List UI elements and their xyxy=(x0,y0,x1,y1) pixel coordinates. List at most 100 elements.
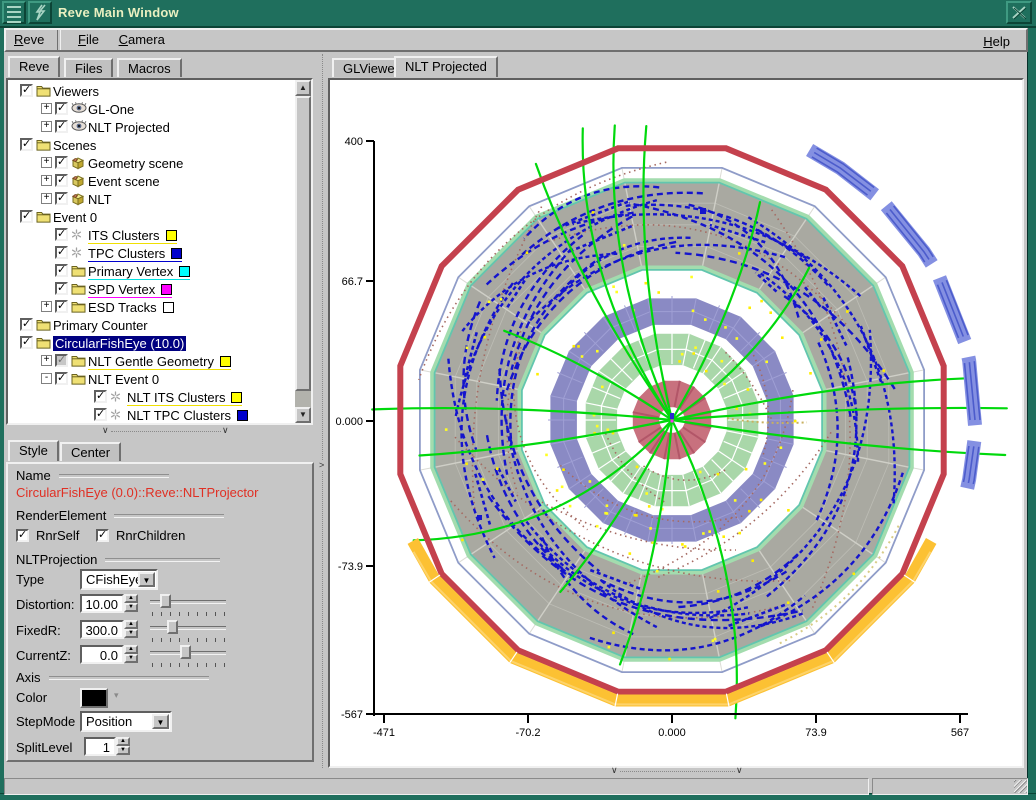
tree-item-nlt-projected[interactable]: +✓ NLT Projected xyxy=(8,119,293,137)
tree-item-scenes[interactable]: ✓Scenes xyxy=(8,137,293,155)
resize-grip[interactable] xyxy=(1014,780,1027,793)
tree-item-nlt-event-0[interactable]: -✓NLT Event 0 xyxy=(8,371,293,389)
menu-help[interactable]: Help xyxy=(975,32,1018,51)
color-square xyxy=(163,302,174,313)
combo-arrow-icon[interactable]: ▼ xyxy=(138,572,155,587)
tree-item-label: CircularFishEye (10.0) xyxy=(53,336,186,351)
tree-item-primary-counter[interactable]: ✓Primary Counter xyxy=(8,317,293,335)
tree-item-event-scene[interactable]: +✓Event scene xyxy=(8,173,293,191)
svg-text:66.7: 66.7 xyxy=(342,276,363,288)
scroll-thumb[interactable] xyxy=(295,96,311,391)
splitlevel-field[interactable]: 1 xyxy=(84,737,116,756)
expander-plus-icon[interactable]: + xyxy=(41,355,52,366)
expander-plus-icon[interactable]: + xyxy=(41,157,52,168)
tree-item-geometry-scene[interactable]: +✓Geometry scene xyxy=(8,155,293,173)
expander-plus-icon[interactable]: + xyxy=(41,193,52,204)
tree-checkbox[interactable]: ✓ xyxy=(55,354,68,367)
rnrself-checkbox[interactable]: ✓ xyxy=(16,529,29,542)
expander-plus-icon[interactable]: + xyxy=(41,301,52,312)
viewer-bottom-splitter[interactable]: ∨ ∨ xyxy=(330,768,1022,776)
tree-item-event-0[interactable]: ✓Event 0 xyxy=(8,209,293,227)
tree-item-spd-vertex[interactable]: ✓ SPD Vertex xyxy=(8,281,293,299)
tree-vertical-scrollbar[interactable]: ▲ ▼ xyxy=(295,80,311,423)
color-dropdown-arrow-icon[interactable]: ▾ xyxy=(114,690,119,701)
menu-file[interactable]: File xyxy=(70,30,107,49)
type-label: Type xyxy=(16,572,44,587)
tab-center[interactable]: Center xyxy=(60,442,121,461)
rnrchildren-checkbox[interactable]: ✓ xyxy=(96,529,109,542)
panel-vertical-splitter[interactable]: > xyxy=(318,54,327,768)
tab-reve[interactable]: Reve xyxy=(8,56,60,77)
tree-item-gl-one[interactable]: +✓GL-One xyxy=(8,101,293,119)
tree-item-nlt-tpc-clusters[interactable]: ✓ NLT TPC Clusters xyxy=(8,407,293,423)
tree-checkbox[interactable]: ✓ xyxy=(55,174,68,187)
distortion-field[interactable]: 10.00 xyxy=(80,594,124,613)
menu-camera[interactable]: Camera xyxy=(111,30,173,49)
tree-checkbox[interactable]: ✓ xyxy=(55,120,68,133)
tab-macros[interactable]: Macros xyxy=(117,58,182,77)
scroll-up-arrow[interactable]: ▲ xyxy=(295,80,311,96)
sparkle-icon xyxy=(110,390,121,405)
tree-checkbox[interactable]: ✓ xyxy=(20,336,33,349)
slider-thumb[interactable] xyxy=(180,645,191,659)
eye-icon xyxy=(71,120,87,135)
spin-up-icon: ▲ xyxy=(116,737,130,746)
tree-checkbox[interactable]: ✓ xyxy=(20,138,33,151)
slider-thumb[interactable] xyxy=(160,594,171,608)
tree-checkbox[interactable]: ✓ xyxy=(55,246,68,259)
currentz-field[interactable]: 0.0 xyxy=(80,645,124,664)
tree-item-label: NLT Projected xyxy=(88,120,170,135)
tree-checkbox[interactable]: ✓ xyxy=(20,318,33,331)
tree-checkbox[interactable]: ✓ xyxy=(55,102,68,115)
tree-item-label: NLT TPC Clusters xyxy=(127,408,248,423)
tree-item-nlt-its-clusters[interactable]: ✓NLT ITS Clusters xyxy=(8,389,293,407)
tree-item-esd-tracks[interactable]: +✓ESD Tracks xyxy=(8,299,293,317)
tree-checkbox[interactable]: ✓ xyxy=(55,228,68,241)
tree-checkbox[interactable]: ✓ xyxy=(55,192,68,205)
stepmode-combobox[interactable]: Position ▼ xyxy=(80,711,172,732)
close-button[interactable] xyxy=(1006,1,1032,24)
tree-checkbox[interactable]: ✓ xyxy=(55,300,68,313)
section-render-element: RenderElement xyxy=(16,508,106,523)
tree-item-tpc-clusters[interactable]: ✓TPC Clusters xyxy=(8,245,293,263)
fixedr-field[interactable]: 300.0 xyxy=(80,620,124,639)
tab-nlt-projected[interactable]: NLT Projected xyxy=(394,56,498,77)
tree-item-viewers[interactable]: ✓Viewers xyxy=(8,83,293,101)
tree-item-nlt[interactable]: +✓NLT xyxy=(8,191,293,209)
tab-files[interactable]: Files xyxy=(64,58,113,77)
tree-style-splitter[interactable]: ∨ ∨ xyxy=(6,428,314,436)
box-icon xyxy=(71,174,85,191)
tree-item-its-clusters[interactable]: ✓ ITS Clusters xyxy=(8,227,293,245)
scroll-down-arrow[interactable]: ▼ xyxy=(295,407,311,423)
type-combobox[interactable]: CFishEye ▼ xyxy=(80,569,158,590)
tree-item-circularfisheye-10-0[interactable]: ✓ CircularFishEye (10.0) xyxy=(8,335,293,353)
tree-item-nlt-gentle-geometry[interactable]: +✓NLT Gentle Geometry xyxy=(8,353,293,371)
menu-reve[interactable]: Reve xyxy=(6,30,52,49)
tree-checkbox[interactable]: ✓ xyxy=(94,390,107,403)
svg-text:-70.2: -70.2 xyxy=(515,727,540,739)
expander-plus-icon[interactable]: + xyxy=(41,175,52,186)
expander-minus-icon[interactable]: - xyxy=(41,373,52,384)
tree-item-primary-vertex[interactable]: ✓Primary Vertex xyxy=(8,263,293,281)
tree-checkbox[interactable]: ✓ xyxy=(20,84,33,97)
tree-item-label: SPD Vertex xyxy=(88,282,172,298)
app-lightning-icon[interactable] xyxy=(28,1,52,24)
expander-plus-icon[interactable]: + xyxy=(41,103,52,114)
box-icon xyxy=(71,156,85,173)
tree-checkbox[interactable]: ✓ xyxy=(94,408,107,421)
tree-item-label: ITS Clusters xyxy=(88,228,177,244)
expander-plus-icon[interactable]: + xyxy=(41,121,52,132)
axis-color-swatch[interactable] xyxy=(80,688,108,708)
tree-checkbox[interactable]: ✓ xyxy=(55,372,68,385)
event-display[interactable]: 40066.70.000-73.9-567-471-70.20.00073.95… xyxy=(328,78,1024,768)
combo-arrow-icon[interactable]: ▼ xyxy=(152,714,169,729)
tree-checkbox[interactable]: ✓ xyxy=(20,210,33,223)
tree-checkbox[interactable]: ✓ xyxy=(55,264,68,277)
tree-checkbox[interactable]: ✓ xyxy=(55,282,68,295)
color-square xyxy=(166,230,177,241)
tree-checkbox[interactable]: ✓ xyxy=(55,156,68,169)
window-menu-icon[interactable] xyxy=(2,1,26,24)
tab-style[interactable]: Style xyxy=(8,440,59,461)
reve-main-window: Reve Main Window Reve File Camera Help R… xyxy=(0,0,1036,800)
slider-thumb[interactable] xyxy=(167,620,178,634)
